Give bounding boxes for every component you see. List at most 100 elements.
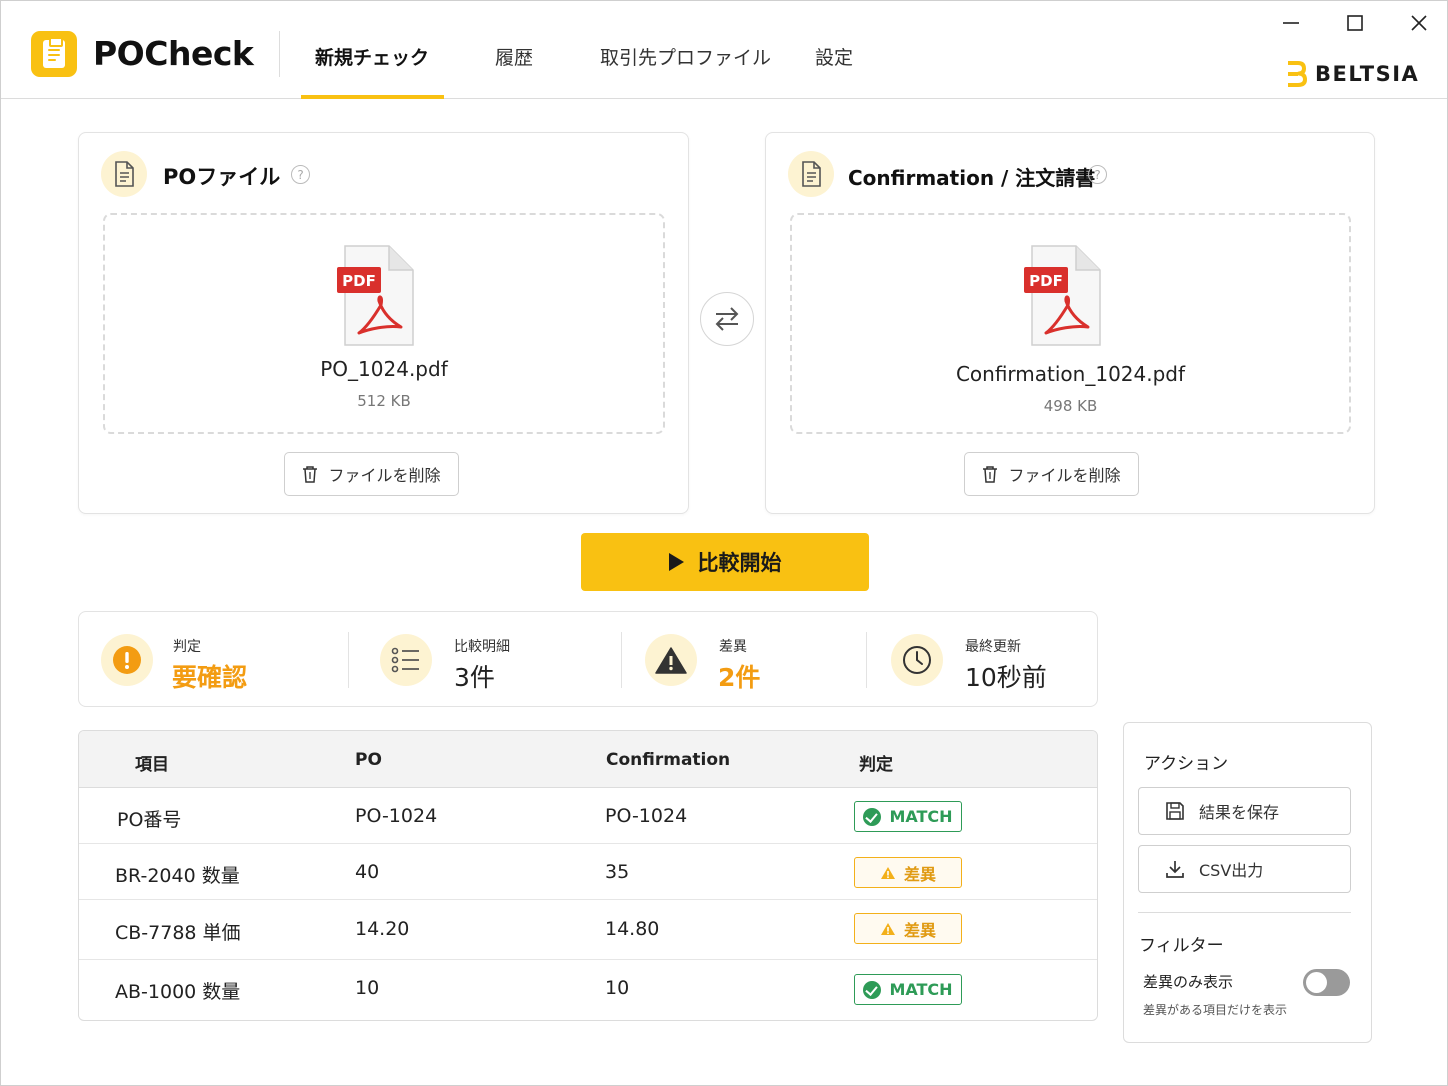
actions-title: アクション xyxy=(1144,754,1229,774)
panel-title: POファイル xyxy=(163,165,281,189)
table-row[interactable]: CB-7788 単価 14.20 14.80 差異 xyxy=(79,900,1097,960)
summary-bar: 判定 要確認 比較明細 3件 差異 2件 最終更新 10秒前 xyxy=(78,611,1098,707)
diff-value: 2件 xyxy=(718,663,761,692)
row-po-value: 10 xyxy=(355,977,380,999)
csv-export-button[interactable]: CSV出力 xyxy=(1138,845,1351,893)
list-icon xyxy=(380,634,432,686)
swap-arrows-icon xyxy=(715,307,739,331)
tab-settings[interactable]: 設定 xyxy=(815,43,853,99)
app-window: POCheck 新規チェック 履歴 取引先プロファイル 設定 BELTSIA P… xyxy=(0,0,1448,1086)
po-delete-file-button[interactable]: ファイルを削除 xyxy=(284,452,459,496)
save-result-label: 結果を保存 xyxy=(1199,803,1280,822)
tab-supplier-profile[interactable]: 取引先プロファイル xyxy=(600,43,771,99)
actions-panel: アクション 結果を保存 CSV出力 フィルター 差異のみ表示 差異がある項目だけ… xyxy=(1123,722,1372,1043)
confirmation-file-size: 498 KB xyxy=(1043,397,1098,415)
panel-title: Confirmation / 注文請書 xyxy=(848,166,1096,190)
table-row[interactable]: BR-2040 数量 40 35 差異 xyxy=(79,844,1097,900)
status-badge: 差異 xyxy=(854,857,962,888)
help-icon[interactable]: ? xyxy=(1088,165,1107,184)
comparison-table: 項目 PO Confirmation 判定 PO番号 PO-1024 PO-10… xyxy=(78,730,1098,1021)
row-po-value: 14.20 xyxy=(355,918,410,940)
minimize-icon[interactable] xyxy=(1279,11,1303,35)
brand-mark-icon xyxy=(1288,61,1307,87)
save-result-button[interactable]: 結果を保存 xyxy=(1138,787,1351,835)
updated-value: 10秒前 xyxy=(965,663,1047,692)
filter-title: フィルター xyxy=(1139,936,1224,956)
alert-circle-icon xyxy=(101,634,153,686)
start-compare-button[interactable]: 比較開始 xyxy=(581,533,869,591)
diff-only-hint: 差異がある項目だけを表示 xyxy=(1143,1003,1288,1017)
delete-label: ファイルを削除 xyxy=(328,466,441,485)
po-file-size: 512 KB xyxy=(357,392,411,410)
check-circle-icon xyxy=(863,980,882,999)
header-item: 項目 xyxy=(135,755,169,775)
confirmation-file-panel: Confirmation / 注文請書 ? PDF Confirmation_1… xyxy=(765,132,1375,514)
diff-only-label: 差異のみ表示 xyxy=(1143,973,1234,991)
tab-history[interactable]: 履歴 xyxy=(495,43,533,99)
header-divider xyxy=(279,31,280,77)
brand-logo: BELTSIA xyxy=(1285,59,1419,89)
download-icon xyxy=(1166,861,1184,878)
table-row[interactable]: AB-1000 数量 10 10 MATCH xyxy=(79,960,1097,1020)
summary-updated: 最終更新 10秒前 xyxy=(867,612,1097,708)
table-header: 項目 PO Confirmation 判定 xyxy=(79,731,1097,788)
pdf-file-icon: PDF xyxy=(337,245,414,346)
row-item: AB-1000 数量 xyxy=(115,981,241,1003)
row-confirmation-value: 10 xyxy=(605,977,630,999)
pdf-badge-label: PDF xyxy=(1029,272,1063,290)
status-badge: MATCH xyxy=(854,974,962,1005)
confirmation-delete-file-button[interactable]: ファイルを削除 xyxy=(964,452,1139,496)
po-file-panel: POファイル ? PDF PO_1024.pdf 512 KB ファイルを削除 xyxy=(78,132,689,514)
row-item: CB-7788 単価 xyxy=(115,922,241,944)
row-confirmation-value: 35 xyxy=(605,861,630,883)
close-icon[interactable] xyxy=(1407,11,1431,35)
csv-export-label: CSV出力 xyxy=(1199,861,1264,880)
app-title: POCheck xyxy=(93,34,254,73)
play-icon xyxy=(668,553,684,571)
warning-icon xyxy=(880,866,895,879)
tab-new-check[interactable]: 新規チェック xyxy=(315,43,429,99)
app-logo-icon xyxy=(31,31,77,77)
table-row[interactable]: PO番号 PO-1024 PO-1024 MATCH xyxy=(79,788,1097,844)
warning-icon xyxy=(880,922,895,935)
judgement-label: 判定 xyxy=(173,639,201,655)
swap-files-button[interactable] xyxy=(700,292,754,346)
document-icon xyxy=(101,151,147,197)
judgement-value: 要確認 xyxy=(172,663,248,692)
check-circle-icon xyxy=(863,807,882,826)
confirmation-file-name: Confirmation_1024.pdf xyxy=(955,362,1186,386)
row-po-value: PO-1024 xyxy=(355,805,438,827)
confirmation-dropzone[interactable]: PDF Confirmation_1024.pdf 498 KB xyxy=(790,213,1351,434)
summary-judgement: 判定 要確認 xyxy=(79,612,349,708)
updated-label: 最終更新 xyxy=(965,639,1021,655)
header-judgement: 判定 xyxy=(859,755,893,775)
header-confirmation: Confirmation xyxy=(606,750,731,770)
row-confirmation-value: PO-1024 xyxy=(605,805,688,827)
header: POCheck 新規チェック 履歴 取引先プロファイル 設定 BELTSIA xyxy=(1,1,1447,99)
help-icon[interactable]: ? xyxy=(291,165,310,184)
diff-only-toggle[interactable] xyxy=(1303,969,1350,996)
diff-label: 差異 xyxy=(719,639,747,655)
brand-name: BELTSIA xyxy=(1315,62,1420,86)
status-badge: 差異 xyxy=(854,913,962,944)
document-icon xyxy=(788,151,834,197)
row-confirmation-value: 14.80 xyxy=(605,918,660,940)
summary-items: 比較明細 3件 xyxy=(349,612,621,708)
po-file-name: PO_1024.pdf xyxy=(320,357,448,381)
maximize-icon[interactable] xyxy=(1343,11,1367,35)
save-icon xyxy=(1166,802,1184,820)
clock-icon xyxy=(891,634,943,686)
toggle-knob xyxy=(1306,972,1327,993)
row-po-value: 40 xyxy=(355,861,380,883)
actions-divider xyxy=(1138,912,1351,913)
row-item: BR-2040 数量 xyxy=(115,865,240,887)
status-badge-label: MATCH xyxy=(889,980,953,999)
po-dropzone[interactable]: PDF PO_1024.pdf 512 KB xyxy=(103,213,665,434)
status-badge: MATCH xyxy=(854,801,962,832)
row-item: PO番号 xyxy=(117,809,182,831)
header-po: PO xyxy=(355,750,382,770)
status-badge-label: MATCH xyxy=(889,807,953,826)
pdf-badge-label: PDF xyxy=(342,272,376,290)
status-badge-label: 差異 xyxy=(903,920,936,940)
warning-icon xyxy=(645,634,697,686)
